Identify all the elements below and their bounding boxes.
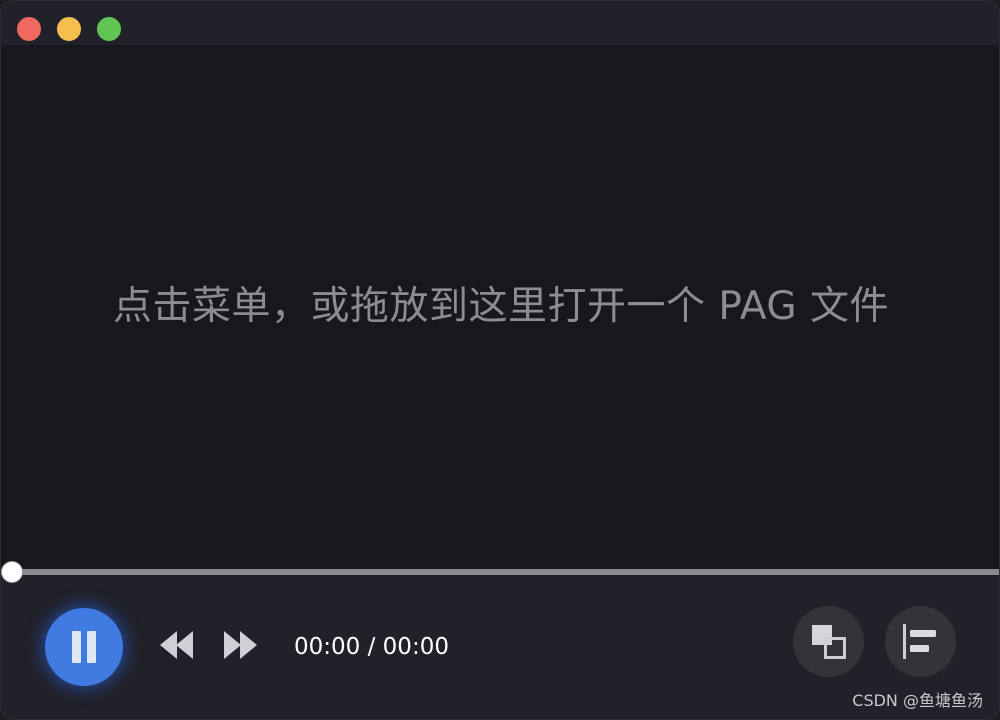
player-window: 点击菜单，或拖放到这里打开一个 PAG 文件 00:00 / 00:00 CSD… [0, 0, 1000, 720]
drop-hint-text: 点击菜单，或拖放到这里打开一个 PAG 文件 [112, 284, 890, 329]
layers-button[interactable] [793, 606, 864, 677]
drop-zone[interactable]: 点击菜单，或拖放到这里打开一个 PAG 文件 [1, 45, 999, 571]
current-time: 00:00 [294, 634, 361, 660]
time-display: 00:00 / 00:00 [294, 633, 449, 661]
align-left-icon [903, 624, 936, 659]
rewind-button[interactable] [158, 628, 196, 662]
fast-forward-button[interactable] [221, 628, 259, 662]
align-button[interactable] [885, 606, 956, 677]
watermark-text: CSDN @鱼塘鱼汤 [852, 691, 983, 710]
pause-icon [72, 631, 81, 663]
time-separator: / [360, 634, 383, 660]
play-pause-button[interactable] [45, 608, 123, 686]
progress-thumb[interactable] [1, 561, 23, 583]
rewind-icon [160, 631, 193, 659]
title-bar[interactable] [1, 1, 999, 45]
minimize-window-button[interactable] [57, 17, 81, 41]
close-window-button[interactable] [17, 17, 41, 41]
fast-forward-icon [224, 631, 257, 659]
zoom-window-button[interactable] [97, 17, 121, 41]
pause-icon-bar [87, 631, 96, 663]
layers-icon [812, 625, 846, 659]
total-time: 00:00 [382, 634, 449, 660]
progress-slider[interactable] [1, 569, 999, 575]
